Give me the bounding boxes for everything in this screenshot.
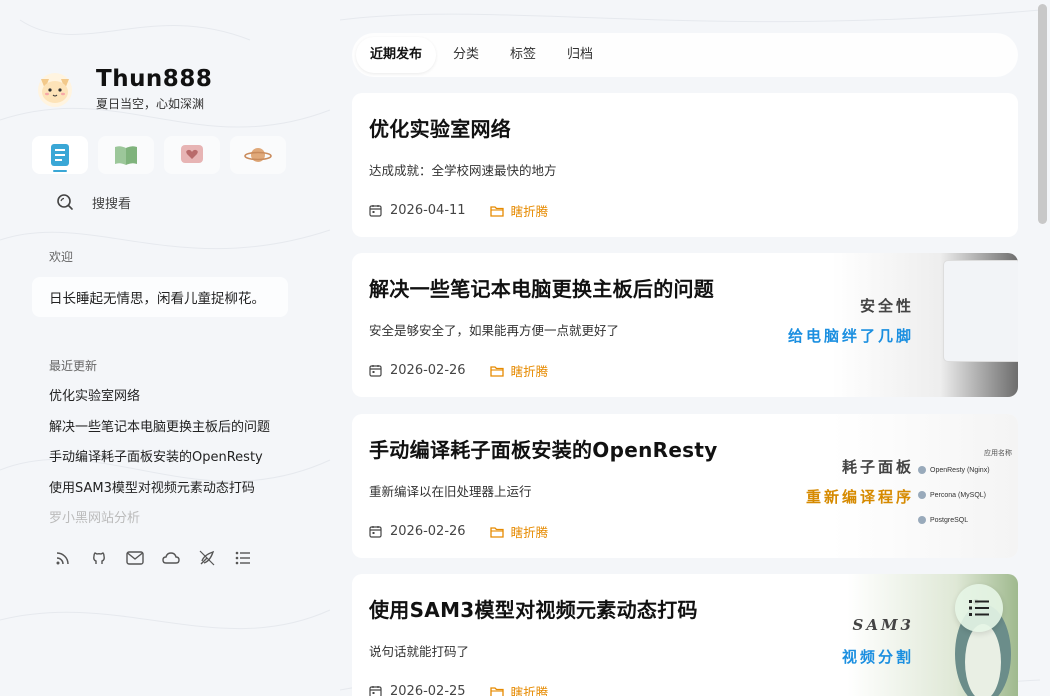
site-title[interactable]: Thun888 [96,65,212,93]
heart-icon [181,145,203,163]
tab-categories[interactable]: 分类 [439,37,493,73]
post-description: 安全是够安全了，如果能再方便一点就更好了 [369,323,620,338]
recent-item[interactable]: 使用SAM3模型对视频元素动态打码 [32,474,272,505]
post-title[interactable]: 解决一些笔记本电脑更换主板后的问题 [369,275,1018,303]
nav-posts[interactable] [32,136,88,174]
nav-planet[interactable] [230,136,286,174]
post-card[interactable]: 优化实验室网络 达成成就：全学校网速最快的地方 2026-04-11 瞎折腾 [352,93,1018,237]
post-title[interactable]: 优化实验室网络 [369,115,1018,143]
rss-icon[interactable] [54,549,72,567]
cat-avatar-icon [38,73,72,107]
post-title[interactable]: 手动编译耗子面板安装的OpenResty [369,436,1018,464]
post-card[interactable]: 应用名称 OpenResty (Nginx) Percona (MySQL) P… [352,414,1018,558]
document-icon [51,144,69,166]
post-tabs: 近期发布 分类 标签 归档 [352,33,1018,77]
post-category[interactable]: 瞎折腾 [489,522,548,541]
post-card[interactable]: SAM3 视频分割 使用SAM3模型对视频元素动态打码 说句话就能打码了 202… [352,574,1018,696]
post-title[interactable]: 使用SAM3模型对视频元素动态打码 [369,596,1018,624]
toc-icon [969,600,989,616]
folder-icon [489,365,504,377]
search-icon [57,194,73,210]
post-date: 2026-02-26 [390,363,466,378]
mail-icon[interactable] [126,549,144,567]
folder-icon [489,205,504,217]
search-label: 搜搜看 [92,196,132,212]
rocket-icon[interactable] [198,549,216,567]
search-button[interactable]: 搜搜看 [32,182,288,222]
recent-item[interactable]: 解决一些笔记本电脑更换主板后的问题 [32,413,272,444]
post-description: 达成成就：全学校网速最快的地方 [369,163,557,178]
welcome-heading: 欢迎 [49,250,74,264]
nav-book[interactable] [98,136,154,174]
folder-icon [489,686,504,696]
post-date: 2026-04-11 [390,203,466,218]
calendar-icon [369,205,382,217]
post-description: 说句话就能打码了 [369,644,470,659]
tab-archive[interactable]: 归档 [553,37,607,73]
post-card[interactable]: 安全性 给电脑绊了几脚 解决一些笔记本电脑更换主板后的问题 安全是够安全了，如果… [352,253,1018,397]
scrollbar[interactable] [1038,4,1047,224]
nav-heart[interactable] [164,136,220,174]
post-category[interactable]: 瞎折腾 [489,361,548,380]
book-icon [115,146,137,165]
site-subtitle: 夏日当空，心如深渊 [96,96,205,111]
post-description: 重新编译以在旧处理器上运行 [369,484,532,499]
calendar-icon [369,686,382,696]
folder-icon [489,526,504,538]
calendar-icon [369,526,382,538]
social-links [32,549,288,567]
recent-item[interactable]: 优化实验室网络 [32,382,272,413]
calendar-icon [369,365,382,377]
welcome-text: 日长睡起无情思，闲看儿童捉柳花。 [32,277,288,317]
tab-tags[interactable]: 标签 [496,37,550,73]
recent-heading: 最近更新 [49,359,98,373]
sidebar: Thun888 夏日当空，心如深渊 搜搜看 欢迎 日长睡起无情思，闲看儿童捉柳花… [32,58,288,567]
recent-item[interactable]: 罗小黑网站分析 [32,504,272,535]
github-icon[interactable] [90,549,108,567]
nav-icons [32,136,288,174]
recent-item[interactable]: 手动编译耗子面板安装的OpenResty [32,443,272,474]
post-date: 2026-02-25 [390,684,466,696]
tab-recent[interactable]: 近期发布 [356,37,437,73]
recent-list: 优化实验室网络 解决一些笔记本电脑更换主板后的问题 手动编译耗子面板安装的Ope… [32,382,288,535]
cloud-icon[interactable] [162,549,180,567]
post-date: 2026-02-26 [390,524,466,539]
post-category[interactable]: 瞎折腾 [489,682,548,696]
brand[interactable]: Thun888 夏日当空，心如深渊 [32,58,288,118]
planet-icon [244,148,272,162]
post-category[interactable]: 瞎折腾 [489,201,548,220]
list-icon[interactable] [234,549,252,567]
toc-button[interactable] [955,584,1003,632]
avatar[interactable] [32,65,78,111]
